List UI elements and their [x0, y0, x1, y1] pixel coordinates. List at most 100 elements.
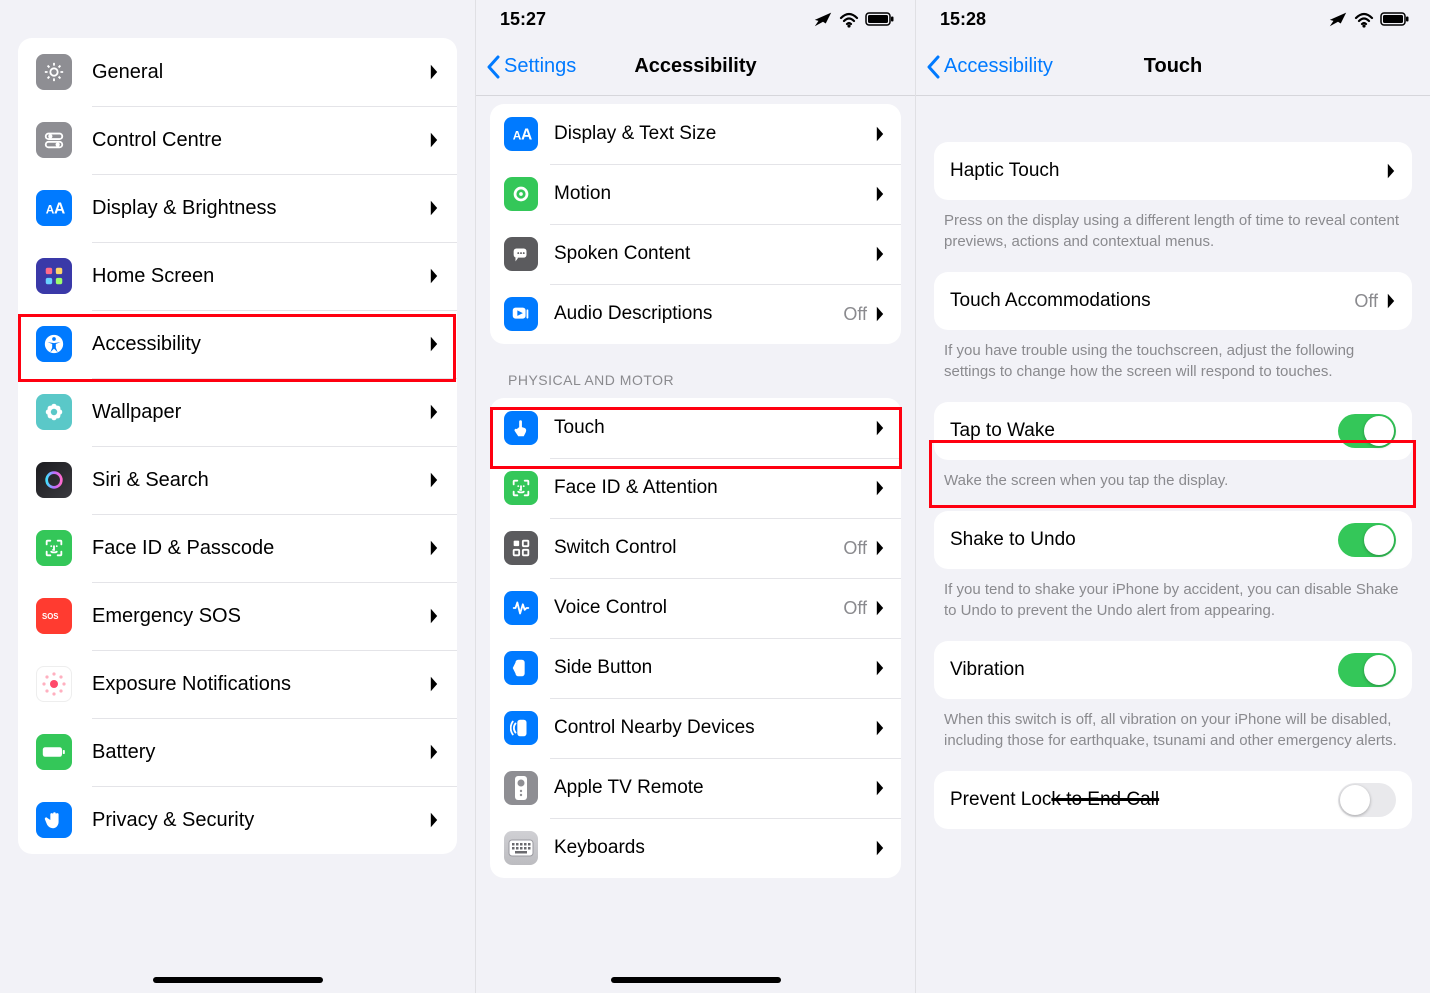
chevron-right-icon [1386, 162, 1396, 180]
wifi-icon [839, 10, 859, 28]
row-label: Display & Text Size [554, 124, 875, 145]
row-apple-tv-remote[interactable]: Apple TV Remote [490, 758, 901, 818]
row-vibration[interactable]: Vibration [934, 641, 1412, 699]
side-btn-icon [504, 651, 538, 685]
hand-icon [36, 802, 72, 838]
row-home-screen[interactable]: Home Screen [18, 242, 457, 310]
nav-bar: Accessibility Touch [916, 38, 1430, 96]
toggle-prevent-lock[interactable] [1338, 783, 1396, 817]
row-tap-to-wake[interactable]: Tap to Wake [934, 402, 1412, 460]
haptic-group: Haptic Touch [934, 142, 1412, 200]
accessibility-screen: 15:27 Settings Accessibility AA Display &… [476, 0, 916, 993]
chevron-right-icon [875, 185, 885, 203]
physical-motor-group: TouchFace ID & AttentionSwitch ControlOf… [490, 398, 901, 878]
toggle-tap-to-wake[interactable] [1338, 414, 1396, 448]
chevron-right-icon [429, 539, 439, 557]
chevron-right-icon [875, 719, 885, 737]
row-switch-control[interactable]: Switch ControlOff [490, 518, 901, 578]
row-battery[interactable]: Battery [18, 718, 457, 786]
status-icons [813, 8, 895, 30]
row-voice-control[interactable]: Voice ControlOff [490, 578, 901, 638]
row-siri-search[interactable]: Siri & Search [18, 446, 457, 514]
motion-icon [504, 177, 538, 211]
row-shake-undo[interactable]: Shake to Undo [934, 511, 1412, 569]
chevron-right-icon [875, 419, 885, 437]
settings-root-screen: GeneralControl CentreAADisplay & Brightn… [0, 0, 476, 993]
footer-shake: If you tend to shake your iPhone by acci… [916, 569, 1430, 625]
row-label: Side Button [554, 658, 875, 679]
row-label: Exposure Notifications [92, 673, 429, 695]
switch-ctrl-icon [504, 531, 538, 565]
row-display-text-size[interactable]: AA Display & Text Size [490, 104, 901, 164]
row-value: Off [843, 304, 867, 325]
tap-to-wake-group: Tap to Wake [934, 402, 1412, 460]
toggle-shake-undo[interactable] [1338, 523, 1396, 557]
row-exposure-notifications[interactable]: Exposure Notifications [18, 650, 457, 718]
row-side-button[interactable]: Side Button [490, 638, 901, 698]
row-touch[interactable]: Touch [490, 398, 901, 458]
row-value: Off [843, 598, 867, 619]
chevron-right-icon [429, 471, 439, 489]
row-label: Switch Control [554, 538, 843, 559]
row-spoken-content[interactable]: Spoken Content [490, 224, 901, 284]
chevron-left-icon [486, 55, 502, 79]
row-wallpaper[interactable]: Wallpaper [18, 378, 457, 446]
text-size-icon: AA [504, 117, 538, 151]
row-label: Control Nearby Devices [554, 718, 875, 739]
row-label: Emergency SOS [92, 605, 429, 627]
accommodations-group: Touch Accommodations Off [934, 272, 1412, 330]
footer-accommodations: If you have trouble using the touchscree… [916, 330, 1430, 386]
row-emergency-sos[interactable]: SOS Emergency SOS [18, 582, 457, 650]
chevron-right-icon [429, 63, 439, 81]
text-size-icon: AA [36, 190, 72, 226]
row-display-brightness[interactable]: AADisplay & Brightness [18, 174, 457, 242]
appletv-icon [504, 771, 538, 805]
nav-bar: Settings Accessibility [476, 38, 915, 96]
prevent-lock-group: Prevent Lock to End Call [934, 771, 1412, 829]
row-label: Touch Accommodations [950, 291, 1354, 312]
chevron-right-icon [875, 599, 885, 617]
chevron-right-icon [875, 539, 885, 557]
row-control-centre[interactable]: Control Centre [18, 106, 457, 174]
row-face-id-attention[interactable]: Face ID & Attention [490, 458, 901, 518]
row-label: Accessibility [92, 333, 429, 355]
svg-text:A: A [521, 127, 532, 144]
back-label: Settings [504, 55, 576, 78]
vision-group: AA Display & Text Size MotionSpoken Conten… [490, 104, 901, 344]
row-privacy-security[interactable]: Privacy & Security [18, 786, 457, 854]
sos-icon: SOS [36, 598, 72, 634]
footer-haptic: Press on the display using a different l… [916, 200, 1430, 256]
row-control-nearby-devices[interactable]: Control Nearby Devices [490, 698, 901, 758]
back-button[interactable]: Accessibility [926, 55, 1053, 79]
status-bar: 15:27 [476, 0, 915, 38]
svg-text:SOS: SOS [42, 612, 58, 621]
row-keyboards[interactable]: Keyboards [490, 818, 901, 878]
row-label: Touch [554, 418, 875, 439]
battery-icon [1380, 8, 1410, 30]
row-prevent-lock[interactable]: Prevent Lock to End Call [934, 771, 1412, 829]
row-label: Voice Control [554, 598, 843, 619]
row-touch-accommodations[interactable]: Touch Accommodations Off [934, 272, 1412, 330]
chevron-right-icon [429, 675, 439, 693]
shake-group: Shake to Undo [934, 511, 1412, 569]
row-motion[interactable]: Motion [490, 164, 901, 224]
vibration-group: Vibration [934, 641, 1412, 699]
row-audio-descriptions[interactable]: Audio DescriptionsOff [490, 284, 901, 344]
row-haptic-touch[interactable]: Haptic Touch [934, 142, 1412, 200]
chevron-right-icon [875, 125, 885, 143]
back-button[interactable]: Settings [486, 55, 576, 79]
row-general[interactable]: General [18, 38, 457, 106]
chevron-right-icon [429, 811, 439, 829]
row-accessibility[interactable]: Accessibility [18, 310, 457, 378]
chevron-right-icon [429, 199, 439, 217]
ad-icon [504, 297, 538, 331]
exposure-icon [36, 666, 72, 702]
wifi-icon [1354, 10, 1374, 28]
row-face-id-passcode[interactable]: Face ID & Passcode [18, 514, 457, 582]
gear-icon [36, 54, 72, 90]
row-label: Privacy & Security [92, 809, 429, 831]
home-grid-icon [36, 258, 72, 294]
voice-ctrl-icon [504, 591, 538, 625]
toggle-vibration[interactable] [1338, 653, 1396, 687]
chevron-right-icon [875, 479, 885, 497]
